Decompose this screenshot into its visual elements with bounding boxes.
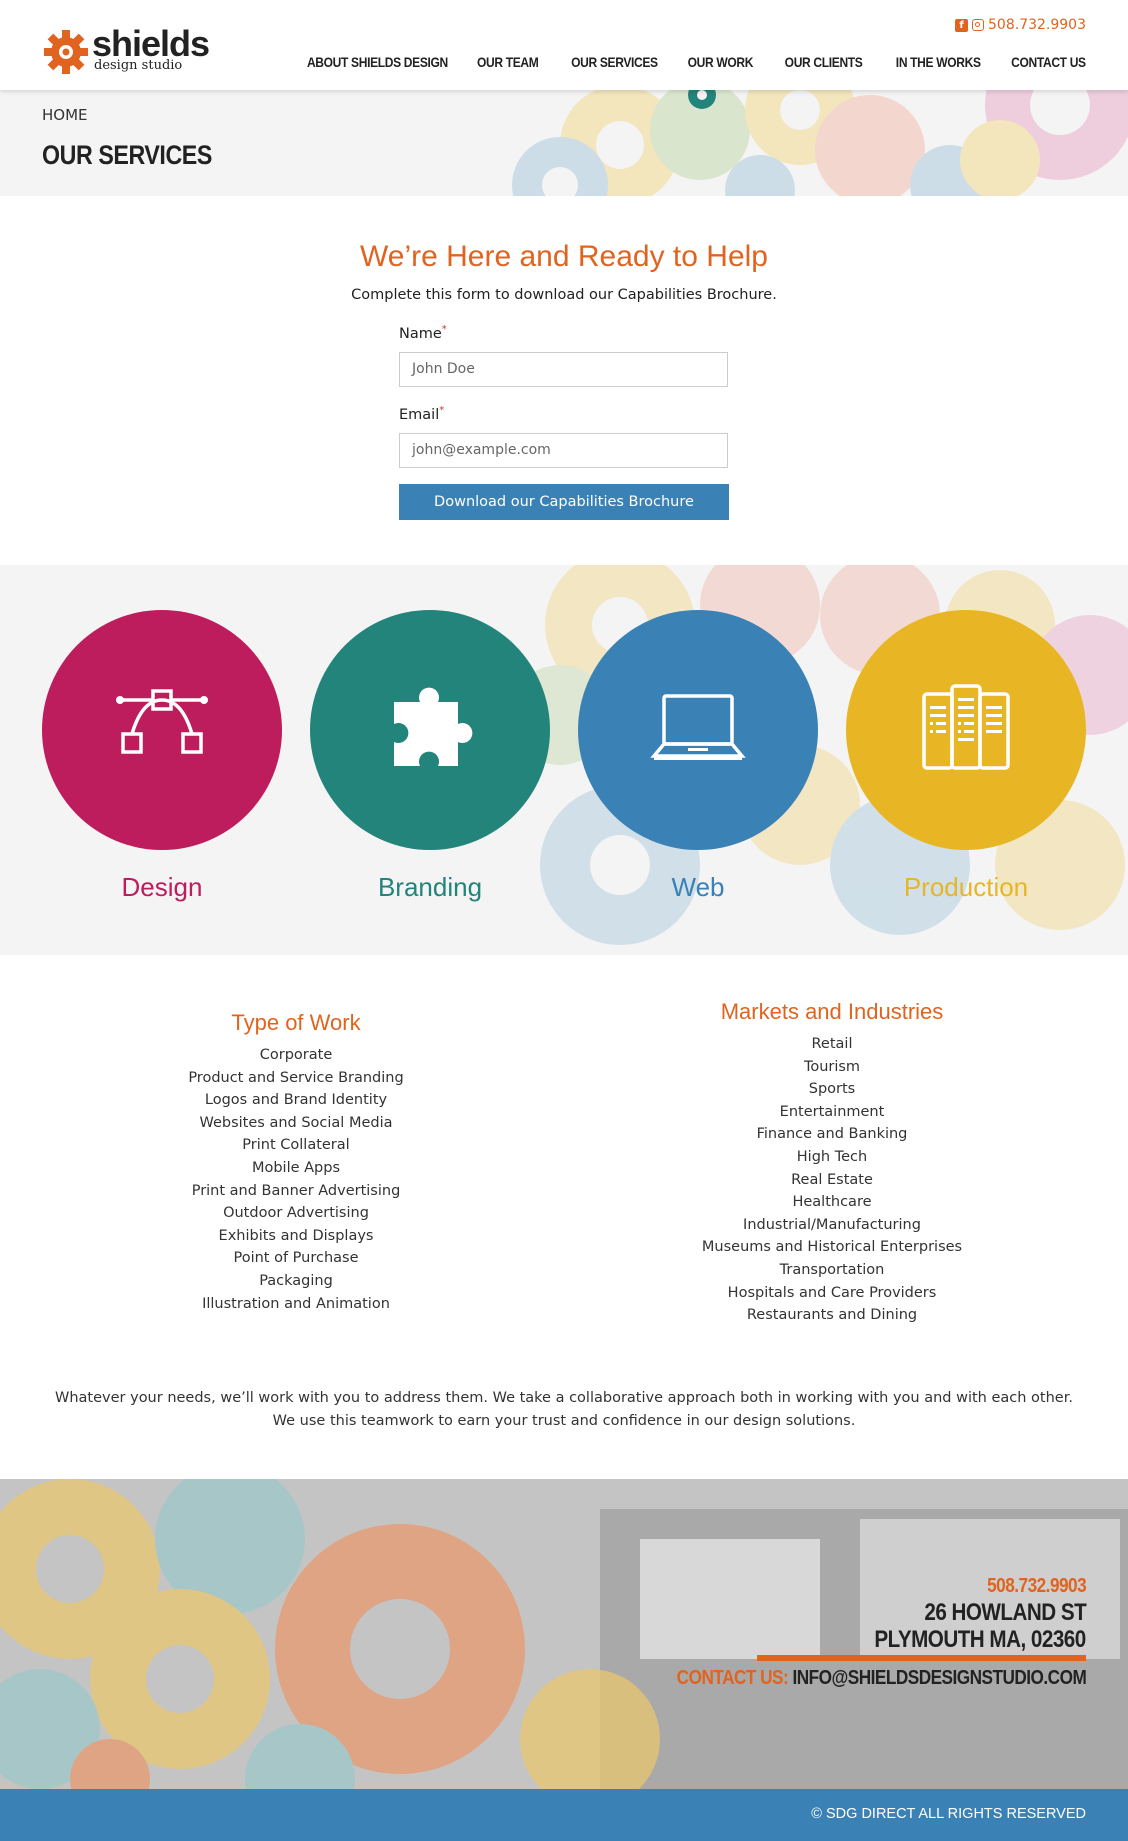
footer-phone[interactable]: 508.732.9903 [987, 1575, 1087, 1598]
list-item: Entertainment [779, 1103, 885, 1120]
list-item: Museums and Historical Enterprises [701, 1239, 963, 1256]
copyright-text: © SDG DIRECT ALL RIGHTS RESERVED [811, 1806, 1086, 1822]
list-item: Real Estate [791, 1171, 873, 1188]
list-item: High Tech [796, 1148, 868, 1165]
list-item: Illustration and Animation [202, 1295, 390, 1312]
header-phone[interactable]: 508.732.9903 [988, 17, 1086, 33]
service-web-circle[interactable] [578, 610, 818, 850]
instagram-icon[interactable] [972, 19, 985, 31]
type-of-work-title: Type of Work [231, 1010, 361, 1035]
service-branding-circle[interactable] [310, 610, 550, 850]
list-item: Restaurants and Dining [746, 1307, 918, 1324]
list-item: Print and Banner Advertising [191, 1182, 401, 1199]
service-design[interactable]: Design [42, 610, 282, 903]
footer-contact-label: CONTACT US: [676, 1667, 788, 1689]
service-production-label[interactable]: Production [846, 872, 1086, 903]
gear-logo-icon [44, 30, 88, 74]
list-item: Corporate [259, 1047, 333, 1063]
closing-paragraph: Whatever your needs, we’ll work with you… [55, 1390, 1073, 1429]
nav-services[interactable]: OUR SERVICES [571, 54, 658, 70]
puzzle-piece-icon [394, 687, 473, 766]
form-description: Complete this form to download our Capab… [351, 287, 777, 303]
page-title: OUR SERVICES [42, 140, 212, 170]
logo[interactable]: shields design studio [42, 26, 212, 76]
list-item: Transportation [779, 1261, 885, 1278]
header-contact: f 508.732.9903 [955, 17, 1086, 33]
logo-subtitle: design studio [94, 58, 183, 73]
nav-about[interactable]: ABOUT SHIELDS DESIGN [307, 54, 448, 70]
service-production-circle[interactable] [846, 610, 1086, 850]
list-item: Hospitals and Care Providers [727, 1284, 937, 1301]
footer-email[interactable]: INFO@SHIELDSDESIGNSTUDIO.COM [792, 1667, 1086, 1689]
footer-city: PLYMOUTH MA, 02360 [874, 1626, 1087, 1653]
list-item: Point of Purchase [233, 1250, 359, 1267]
required-mark: * [439, 405, 445, 416]
name-label: Name* [399, 324, 447, 342]
logo-name: shields [92, 23, 210, 64]
list-item: Healthcare [792, 1194, 872, 1211]
footer-divider [757, 1655, 1086, 1661]
vector-path-icon [116, 689, 208, 754]
copyright-bar: © SDG DIRECT ALL RIGHTS RESERVED [0, 1789, 1128, 1841]
list-item: Sports [808, 1081, 856, 1098]
name-field[interactable]: John Doe [399, 352, 728, 387]
nav-work[interactable]: OUR WORK [688, 54, 754, 70]
service-web-label[interactable]: Web [578, 872, 818, 903]
service-branding[interactable]: Branding [310, 610, 550, 903]
email-label-text: Email [399, 406, 440, 423]
required-mark: * [441, 324, 447, 335]
type-of-work-list: Type of Work Corporate Product and Servi… [146, 1010, 446, 1315]
download-brochure-button[interactable]: Download our Capabilities Brochure [399, 484, 729, 520]
list-item: Finance and Banking [756, 1126, 908, 1143]
service-branding-label[interactable]: Branding [310, 872, 550, 903]
site-footer: 508.732.9903 26 HOWLAND ST PLYMOUTH MA, … [0, 1479, 1128, 1789]
footer-street: 26 HOWLAND ST [924, 1599, 1086, 1626]
list-item: Industrial/Manufacturing [743, 1216, 921, 1233]
page-banner: HOME OUR SERVICES [0, 90, 1128, 196]
markets-title: Markets and Industries [720, 999, 944, 1024]
list-item: Product and Service Branding [188, 1069, 404, 1086]
list-item: Logos and Brand Identity [204, 1092, 388, 1109]
list-item: Print Collateral [242, 1137, 350, 1154]
service-production[interactable]: Production [846, 610, 1086, 903]
nav-clients[interactable]: OUR CLIENTS [785, 54, 863, 70]
email-field[interactable]: john@example.com [399, 433, 728, 468]
list-item: Exhibits and Displays [218, 1227, 374, 1244]
list-item: Packaging [259, 1272, 333, 1289]
nav-team[interactable]: OUR TEAM [477, 54, 539, 70]
footer-contact: CONTACT US: INFO@SHIELDSDESIGNSTUDIO.COM [676, 1667, 1086, 1690]
name-label-text: Name [399, 325, 442, 342]
site-header: shields design studio f 508.732.9903 ABO… [0, 0, 1128, 90]
list-item: Mobile Apps [251, 1159, 341, 1176]
brochure-icon [922, 684, 1010, 770]
service-design-circle[interactable] [42, 610, 282, 850]
service-web[interactable]: Web [578, 610, 818, 903]
form-title: We’re Here and Ready to Help [360, 240, 768, 273]
list-item: Retail [811, 1036, 853, 1052]
services-section: Design Branding Web Production [0, 565, 1128, 955]
facebook-icon[interactable]: f [955, 18, 969, 32]
list-item: Outdoor Advertising [223, 1205, 369, 1222]
main-nav: ABOUT SHIELDS DESIGN OUR TEAM OUR SERVIC… [284, 54, 1087, 70]
breadcrumb-home[interactable]: HOME [42, 106, 88, 124]
markets-list: Markets and Industries Retail Tourism Sp… [662, 999, 1002, 1327]
nav-in-the-works[interactable]: IN THE WORKS [895, 54, 980, 70]
email-label: Email* [399, 405, 444, 423]
service-design-label[interactable]: Design [42, 872, 282, 903]
nav-contact[interactable]: CONTACT US [1011, 54, 1086, 70]
list-item: Websites and Social Media [199, 1114, 393, 1131]
laptop-icon [650, 694, 746, 760]
list-item: Tourism [803, 1058, 861, 1075]
